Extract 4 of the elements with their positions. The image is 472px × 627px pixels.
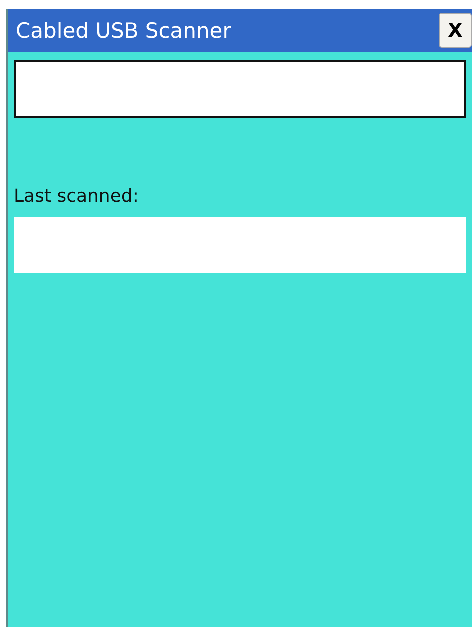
input-field[interactable] [14,60,466,118]
window-title: Cabled USB Scanner [16,18,232,42]
close-button[interactable]: X [439,13,472,48]
last-scanned-label: Last scanned: [14,186,140,207]
